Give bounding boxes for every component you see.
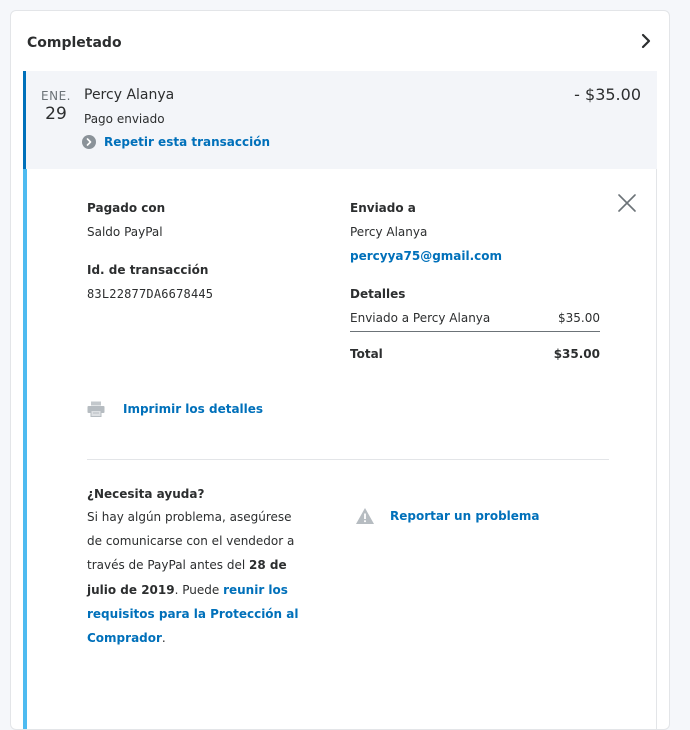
repeat-transaction-label: Repetir esta transacción [104,135,271,149]
payment-info-column: Pagado con Saldo PayPal Id. de transacci… [87,201,307,301]
help-text: Si hay algún problema, asegúrese de comu… [87,505,303,650]
section-divider [87,459,609,460]
close-icon[interactable] [617,193,637,213]
chevron-right-icon[interactable] [639,33,653,49]
recipient-email-link[interactable]: percyya75@gmail.com [350,249,600,263]
printer-icon [87,401,105,417]
date-block: ENE. 29 [38,89,74,124]
card-header: Completado [11,11,669,71]
help-block: ¿Necesita ayuda? Si hay algún problema, … [87,487,303,650]
help-title: ¿Necesita ayuda? [87,487,205,501]
warning-icon [356,508,374,524]
section-title: Completado [27,35,122,51]
total-label: Total [350,347,383,361]
report-problem-link[interactable]: Reportar un problema [355,507,540,525]
sent-to-label: Enviado a [350,201,416,215]
transaction-card: Completado ENE. 29 Percy Alanya Pago env… [10,10,670,730]
counterparty-name: Percy Alanya [84,87,175,103]
print-details-label: Imprimir los detalles [123,402,264,416]
recipient-info-column: Enviado a Percy Alanya percyya75@gmail.c… [350,201,600,361]
breakdown-row: Enviado a Percy Alanya $35.00 [350,311,600,332]
transaction-id-label: Id. de transacción [87,263,209,277]
help-text-3: . [161,631,166,646]
paid-with-label: Pagado con [87,201,166,215]
print-details-link[interactable]: Imprimir los detalles [87,401,263,417]
date-day: 29 [45,104,67,124]
paid-with-value: Saldo PayPal [87,225,163,239]
total-row: Total $35.00 [350,347,600,361]
sent-to-name: Percy Alanya [350,225,428,239]
date-month: ENE. [41,89,71,103]
breakdown-item-amount: $35.00 [558,311,600,325]
transaction-amount: - $35.00 [574,85,641,104]
transaction-id-value: 83L22877DA6678445 [87,287,214,301]
transaction-details-panel: Pagado con Saldo PayPal Id. de transacci… [23,169,657,729]
breakdown-item: Enviado a Percy Alanya [350,311,491,325]
help-text-2: . Puede [174,582,224,597]
transaction-status: Pago enviado [84,112,165,126]
report-problem-label: Reportar un problema [390,509,540,523]
breakdown-label: Detalles [350,287,406,301]
chevron-circle-icon [82,135,96,149]
repeat-transaction-link[interactable]: Repetir esta transacción [82,135,270,149]
total-amount: $35.00 [553,347,600,361]
transaction-summary[interactable]: ENE. 29 Percy Alanya Pago enviado Repeti… [23,71,657,169]
